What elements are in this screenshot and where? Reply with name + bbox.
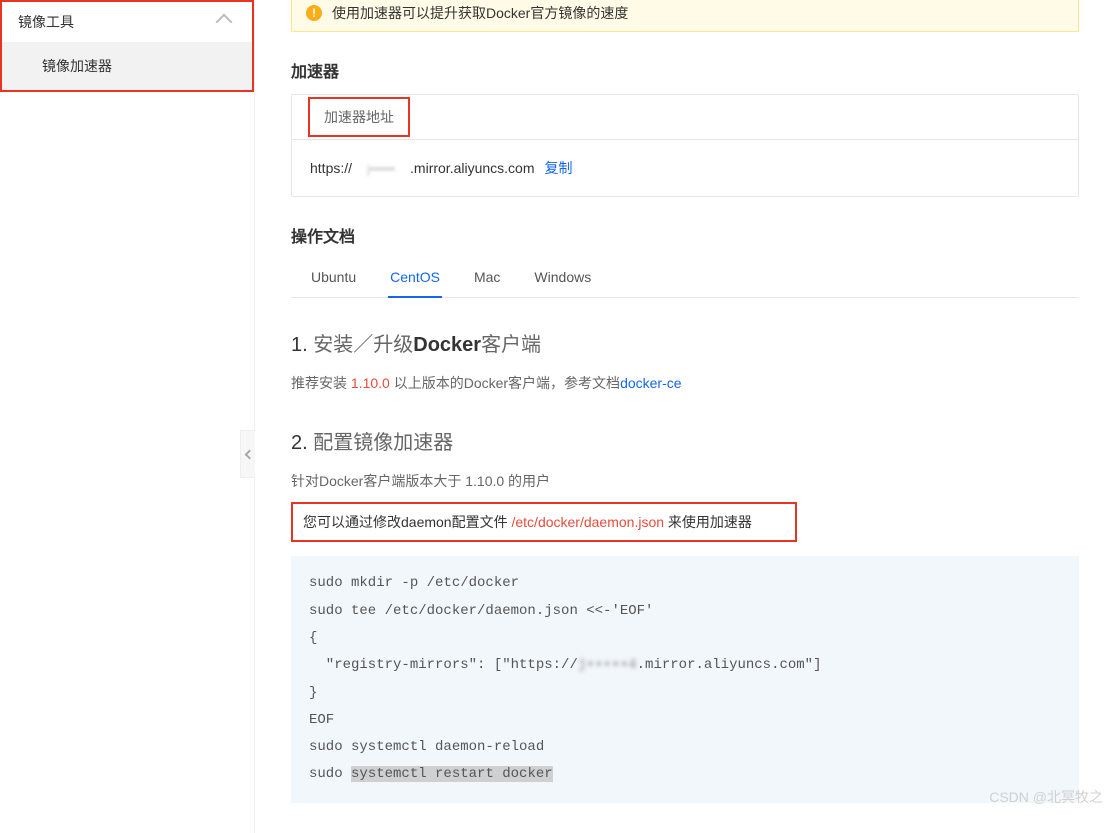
card-header-highlight: 加速器地址	[308, 97, 410, 137]
tab-centos[interactable]: CentOS	[388, 259, 442, 297]
docker-ce-link[interactable]: docker-ce	[620, 375, 681, 391]
config-highlight-box: 您可以通过修改daemon配置文件 /etc/docker/daemon.jso…	[291, 502, 797, 542]
notice-banner: ! 使用加速器可以提升获取Docker官方镜像的速度	[291, 0, 1079, 32]
sidebar-group-highlight: 镜像工具 镜像加速器	[0, 0, 254, 92]
config-path: /etc/docker/daemon.json	[511, 514, 664, 530]
step2-paragraph-1: 针对Docker客户端版本大于 1.10.0 的用户	[291, 469, 1079, 494]
sidebar-item-label: 镜像加速器	[42, 58, 112, 74]
sidebar-group-title: 镜像工具	[18, 12, 74, 32]
section-title-docs: 操作文档	[291, 223, 1079, 247]
masked-text: j•••••4	[578, 652, 637, 679]
chevron-left-icon	[245, 449, 255, 459]
warning-icon: !	[306, 5, 322, 21]
tab-mac[interactable]: Mac	[472, 259, 502, 297]
step1-heading: 1. 安装／升级Docker客户端	[291, 328, 1079, 357]
sidebar-collapse-handle[interactable]	[240, 430, 255, 478]
main-content: ! 使用加速器可以提升获取Docker官方镜像的速度 加速器 加速器地址 htt…	[255, 0, 1115, 833]
accelerator-card: 加速器地址 https://j••••••.mirror.aliyuncs.co…	[291, 94, 1079, 197]
card-body: https://j••••••.mirror.aliyuncs.com 复制	[292, 140, 1078, 196]
tab-ubuntu[interactable]: Ubuntu	[309, 259, 358, 297]
notice-text: 使用加速器可以提升获取Docker官方镜像的速度	[332, 3, 628, 23]
card-header: 加速器地址	[292, 95, 1078, 140]
section-title-accelerator: 加速器	[291, 58, 1079, 82]
sidebar-item-accelerator[interactable]: 镜像加速器	[2, 42, 252, 90]
tab-windows[interactable]: Windows	[532, 259, 593, 297]
version-text: 1.10.0	[351, 375, 390, 391]
step1-paragraph: 推荐安装 1.10.0 以上版本的Docker客户端，参考文档docker-ce	[291, 371, 1079, 396]
accelerator-address: https://j••••••.mirror.aliyuncs.com	[310, 160, 535, 176]
os-tabs: Ubuntu CentOS Mac Windows	[291, 259, 1079, 298]
masked-text: j••••••	[352, 162, 410, 176]
copy-link[interactable]: 复制	[545, 158, 573, 178]
step2-heading: 2. 配置镜像加速器	[291, 426, 1079, 455]
sidebar-group-header[interactable]: 镜像工具	[2, 2, 252, 42]
sidebar: 镜像工具 镜像加速器	[0, 0, 255, 833]
chevron-up-icon	[216, 14, 233, 31]
selected-text: systemctl restart docker	[351, 766, 553, 782]
code-block[interactable]: sudo mkdir -p /etc/docker sudo tee /etc/…	[291, 556, 1079, 802]
